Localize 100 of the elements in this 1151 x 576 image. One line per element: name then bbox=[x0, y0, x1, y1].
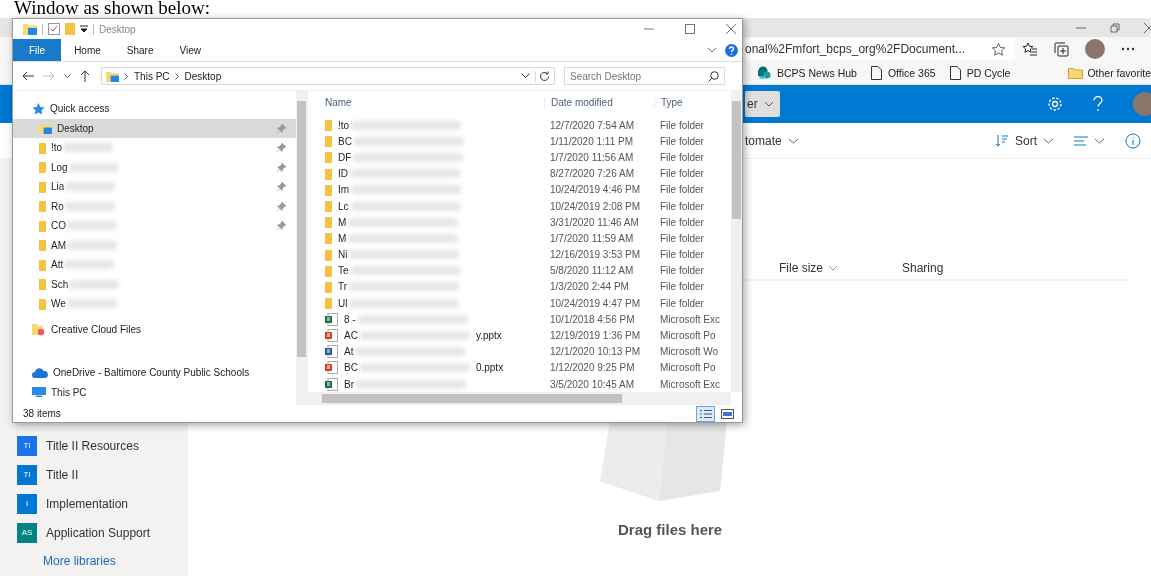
file-row[interactable]: Ni 12/16/2019 3:53 PM File folder bbox=[308, 246, 731, 263]
avatar-icon[interactable] bbox=[1085, 39, 1105, 60]
pin-icon[interactable] bbox=[277, 143, 286, 153]
nav-item[interactable]: Lia bbox=[13, 177, 296, 197]
library-link[interactable]: AS Application Support bbox=[17, 518, 188, 547]
help-icon[interactable] bbox=[1093, 96, 1103, 113]
file-row[interactable]: Ul 10/24/2019 4:47 PM File folder bbox=[308, 295, 731, 312]
nav-item[interactable]: CO bbox=[13, 216, 296, 236]
sort-button[interactable]: Sort bbox=[995, 133, 1054, 148]
file-row[interactable]: Te 5/8/2020 11:12 AM File folder bbox=[308, 262, 731, 279]
ribbon-tab[interactable]: File bbox=[13, 39, 62, 61]
pin-icon[interactable] bbox=[277, 182, 286, 192]
file-row[interactable]: 8 - 10/1/2018 4:56 PM Microsoft Exc bbox=[308, 311, 731, 328]
favorite-link[interactable]: BCPS News Hub bbox=[757, 65, 857, 80]
breadcrumb-item[interactable]: Desktop bbox=[184, 70, 222, 82]
file-row[interactable]: BC 0.pptx 1/12/2020 9:25 PM Microsoft Po bbox=[308, 359, 731, 376]
column-header[interactable]: Date modified bbox=[544, 96, 654, 108]
maximize-icon[interactable] bbox=[685, 24, 695, 34]
view-options-button[interactable] bbox=[1074, 135, 1105, 146]
nav-item[interactable]: Sch bbox=[13, 274, 296, 294]
path-field[interactable]: This PC Desktop bbox=[101, 67, 555, 85]
help-icon[interactable] bbox=[725, 43, 738, 57]
scrollbar[interactable] bbox=[731, 91, 742, 392]
scrollbar[interactable] bbox=[296, 91, 307, 405]
restore-icon[interactable] bbox=[1109, 21, 1121, 34]
pin-icon[interactable] bbox=[277, 201, 286, 211]
chevron-down-icon[interactable] bbox=[64, 73, 71, 79]
file-row[interactable]: Lc 10/24/2019 2:08 PM File folder bbox=[308, 197, 731, 215]
nav-item[interactable]: Log bbox=[13, 157, 296, 177]
document-icon bbox=[325, 361, 338, 375]
file-name: Ni bbox=[338, 249, 348, 261]
chevron-down-icon bbox=[763, 101, 774, 108]
ribbon-tab[interactable]: View bbox=[166, 39, 214, 61]
more-libraries-link[interactable]: More libraries bbox=[17, 547, 188, 576]
pin-icon[interactable] bbox=[277, 221, 286, 231]
column-header[interactable]: Name bbox=[308, 96, 544, 108]
chevron-down-icon[interactable] bbox=[521, 73, 530, 79]
info-icon[interactable] bbox=[1125, 132, 1141, 149]
date-cell-text: 10/24/2019 2:08 PM bbox=[549, 200, 642, 212]
nav-item[interactable]: Ro bbox=[13, 196, 296, 216]
favorite-link[interactable]: Office 365 bbox=[870, 65, 936, 80]
refresh-icon[interactable] bbox=[535, 70, 550, 82]
other-favorites-link[interactable]: Other favorite bbox=[1068, 66, 1151, 79]
pin-icon[interactable] bbox=[277, 162, 286, 172]
customize-toolbar-icon[interactable] bbox=[80, 25, 88, 33]
nav-item[interactable]: Creative Cloud Files bbox=[13, 319, 296, 339]
nav-item[interactable]: Quick access bbox=[13, 99, 296, 119]
settings-icon[interactable] bbox=[1047, 96, 1063, 113]
list-view-icon bbox=[1074, 135, 1088, 146]
file-row[interactable]: Im 10/24/2019 4:46 PM File folder bbox=[308, 181, 731, 198]
library-link[interactable]: TI Title II bbox=[17, 460, 188, 489]
collections-icon[interactable] bbox=[1054, 41, 1069, 57]
file-row[interactable]: M 1/7/2020 11:59 AM File folder bbox=[308, 230, 731, 247]
library-link[interactable]: TI Title II Resources bbox=[17, 431, 188, 460]
automate-menu[interactable]: tomate bbox=[745, 133, 799, 148]
date-cell-text: 1/7/2020 11:59 AM bbox=[549, 232, 635, 244]
nav-item[interactable]: OneDrive - Baltimore County Public Schools bbox=[13, 363, 296, 383]
file-row[interactable]: AC y.pptx 12/19/2019 1:36 PM Microsoft Po bbox=[308, 327, 731, 344]
file-row[interactable]: M 3/31/2020 11:46 AM File folder bbox=[308, 214, 731, 231]
close-icon[interactable] bbox=[1143, 21, 1151, 34]
nav-item[interactable]: Desktop bbox=[13, 118, 296, 138]
caption-text: Window as shown below: bbox=[13, 0, 212, 18]
back-arrow-icon[interactable] bbox=[22, 71, 34, 81]
favorite-link[interactable]: PD Cycle bbox=[949, 65, 1011, 80]
file-row[interactable]: Br 3/5/2020 10:45 AM Microsoft Exc bbox=[308, 376, 731, 392]
close-icon[interactable] bbox=[726, 24, 736, 34]
redaction-blur bbox=[65, 182, 116, 192]
column-header[interactable]: Sharing bbox=[902, 259, 944, 277]
file-row[interactable]: At 12/1/2020 10:13 PM Microsoft Wo bbox=[308, 343, 731, 360]
star-icon[interactable] bbox=[991, 41, 1006, 57]
ribbon-tab[interactable]: Home bbox=[61, 39, 114, 61]
properties-icon[interactable] bbox=[48, 23, 60, 35]
column-header[interactable]: Type bbox=[654, 96, 724, 108]
breadcrumb-item[interactable]: This PC bbox=[134, 70, 170, 82]
up-arrow-icon[interactable] bbox=[80, 70, 90, 82]
header-dropdown-button[interactable]: er bbox=[745, 91, 780, 118]
file-name: Ul bbox=[338, 297, 348, 309]
library-link[interactable]: I Implementation bbox=[17, 489, 188, 518]
nav-item[interactable]: AM bbox=[13, 235, 296, 255]
nav-item[interactable]: Att bbox=[13, 255, 296, 275]
column-header[interactable]: File size bbox=[779, 259, 838, 277]
file-name: Im bbox=[338, 184, 350, 196]
file-row[interactable]: Tr 1/3/2020 2:44 PM File folder bbox=[308, 278, 731, 296]
favorites-icon[interactable] bbox=[1022, 41, 1038, 57]
nav-item[interactable]: This PC bbox=[13, 382, 296, 402]
file-row[interactable]: BC 1/11/2020 1:11 PM File folder bbox=[308, 133, 731, 150]
file-row[interactable]: DF 1/7/2020 11:56 AM File folder bbox=[308, 149, 731, 166]
address-field[interactable]: onal%2Fmfort_bcps_org%2FDocument... bbox=[745, 38, 1015, 61]
library-badge: TI bbox=[17, 464, 37, 485]
file-row[interactable]: ID 8/27/2020 7:26 AM File folder bbox=[308, 165, 731, 182]
ribbon-tab[interactable]: Share bbox=[113, 39, 167, 61]
search-field[interactable]: Search Desktop bbox=[564, 67, 725, 85]
view-toggle[interactable] bbox=[696, 405, 715, 422]
nav-item[interactable]: We bbox=[13, 294, 296, 314]
redaction-blur bbox=[69, 279, 120, 289]
file-row[interactable]: !to 12/7/2020 7:54 AM File folder bbox=[308, 117, 731, 134]
page-icon bbox=[870, 65, 882, 80]
more-icon[interactable] bbox=[1121, 47, 1135, 52]
horizontal-scrollbar[interactable] bbox=[308, 392, 731, 405]
nav-item[interactable]: !to bbox=[13, 138, 296, 158]
